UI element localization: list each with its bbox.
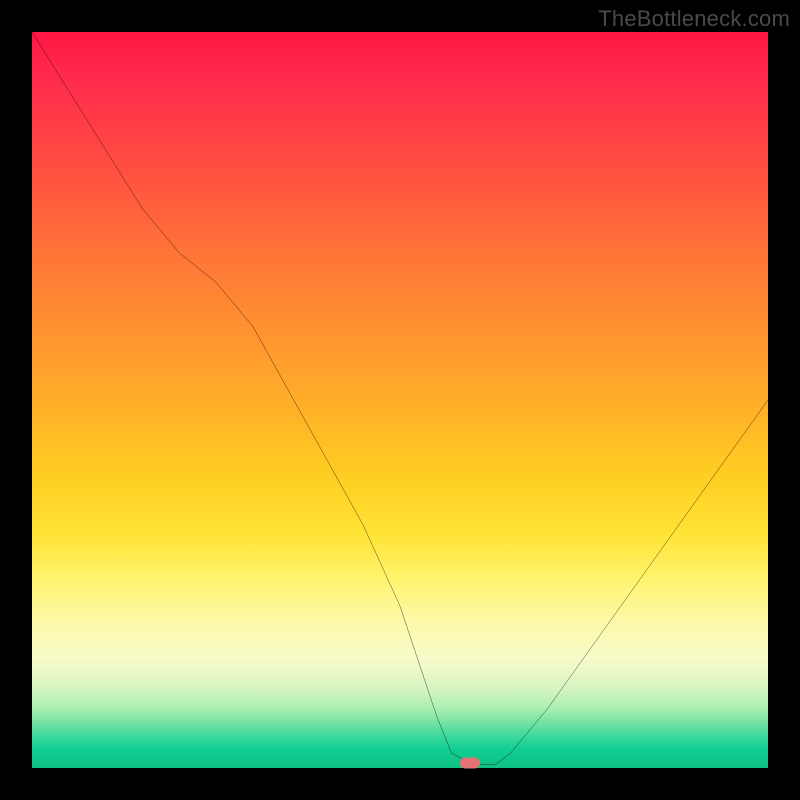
curve-line bbox=[32, 32, 768, 764]
plot-area bbox=[32, 32, 768, 768]
chart-frame: TheBottleneck.com bbox=[0, 0, 800, 800]
optimum-marker bbox=[460, 757, 480, 768]
bottleneck-curve bbox=[32, 32, 768, 768]
watermark-text: TheBottleneck.com bbox=[598, 6, 790, 32]
